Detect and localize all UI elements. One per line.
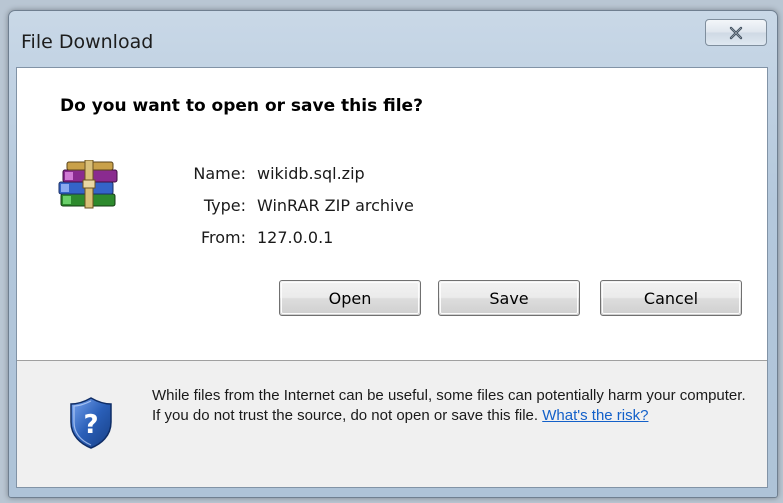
close-x-icon <box>729 26 743 39</box>
file-source-value: 127.0.0.1 <box>257 228 334 247</box>
dialog-body: Do you want to open or save this file? N… <box>16 67 768 488</box>
close-button[interactable] <box>705 19 767 46</box>
security-warning: While files from the Internet can be use… <box>152 386 752 426</box>
dialog-title: File Download <box>21 31 154 53</box>
cancel-button[interactable]: Cancel <box>600 280 742 316</box>
title-bar[interactable]: File Download <box>9 11 777 67</box>
file-name-value: wikidb.sql.zip <box>257 164 365 183</box>
cancel-button-label: Cancel <box>643 288 699 308</box>
file-type-value: WinRAR ZIP archive <box>257 196 414 215</box>
save-button-label: Save <box>489 288 529 308</box>
from-label: From: <box>200 228 246 247</box>
open-button[interactable]: Open <box>279 280 421 316</box>
whats-the-risk-link[interactable]: What's the risk? <box>542 407 648 424</box>
name-label: Name: <box>193 164 246 183</box>
open-button-label: Open <box>328 288 372 308</box>
security-shield-question-icon: ? <box>70 397 112 449</box>
svg-text:?: ? <box>83 410 98 440</box>
file-download-dialog: File Download Do you want to open or sav… <box>8 10 778 498</box>
save-button[interactable]: Save <box>438 280 580 316</box>
dialog-question: Do you want to open or save this file? <box>60 96 423 116</box>
security-warning-text: While files from the Internet can be use… <box>152 387 746 424</box>
type-label: Type: <box>203 196 246 215</box>
winrar-archive-icon <box>58 160 118 209</box>
